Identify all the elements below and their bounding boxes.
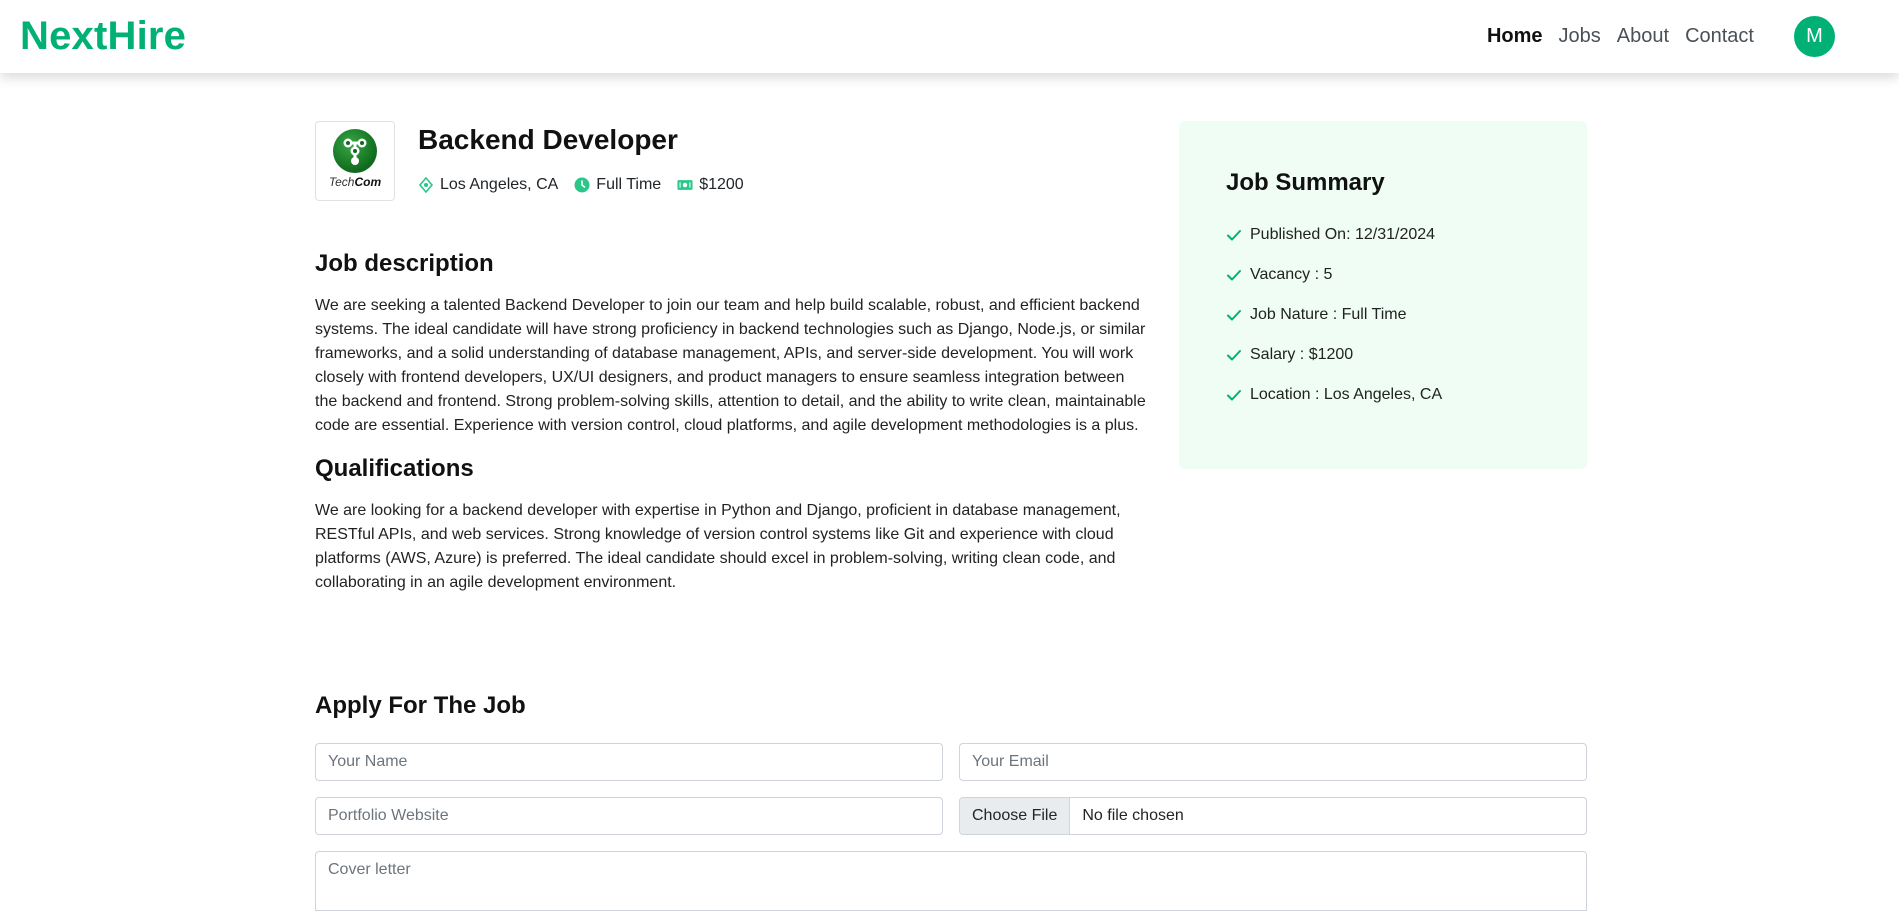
job-summary-title: Job Summary <box>1226 169 1385 196</box>
job-meta: Los Angeles, CA Full Time $1200 <box>418 176 744 194</box>
check-icon <box>1226 347 1242 363</box>
check-icon <box>1226 307 1242 323</box>
email-input[interactable]: Your Email <box>959 743 1587 781</box>
qualifications-heading: Qualifications <box>315 455 474 482</box>
portfolio-input-placeholder: Portfolio Website <box>328 807 449 824</box>
money-icon <box>677 177 693 193</box>
name-input-placeholder: Your Name <box>328 753 408 770</box>
summary-published: Published On: 12/31/2024 <box>1226 215 1540 255</box>
nav-right: Home Jobs About Contact M <box>1487 16 1879 57</box>
job-salary: $1200 <box>677 176 744 194</box>
clock-icon <box>574 177 590 193</box>
cover-letter-placeholder: Cover letter <box>328 861 411 878</box>
company-logo-text: TechCom <box>328 175 382 189</box>
job-summary-card: Job Summary Published On: 12/31/2024 Vac… <box>1179 121 1587 469</box>
location-pin-icon <box>418 177 434 193</box>
apply-heading: Apply For The Job <box>315 692 526 719</box>
job-salary-text: $1200 <box>699 176 744 193</box>
job-description-text: We are seeking a talented Backend Develo… <box>315 297 1146 434</box>
job-type: Full Time <box>574 176 661 194</box>
summary-vacancy-text: Vacancy : 5 <box>1250 266 1333 283</box>
summary-location-text: Location : Los Angeles, CA <box>1250 386 1443 403</box>
job-type-text: Full Time <box>596 176 662 193</box>
brand-logo[interactable]: NextHire <box>20 14 186 59</box>
summary-published-text: Published On: 12/31/2024 <box>1250 226 1436 243</box>
summary-salary: Salary : $1200 <box>1226 335 1540 375</box>
summary-salary-text: Salary : $1200 <box>1250 346 1354 363</box>
portfolio-input[interactable]: Portfolio Website <box>315 797 943 835</box>
check-icon <box>1226 267 1242 283</box>
check-icon <box>1226 387 1242 403</box>
name-input[interactable]: Your Name <box>315 743 943 781</box>
summary-job-nature: Job Nature : Full Time <box>1226 295 1540 335</box>
company-logo: TechCom <box>315 121 395 201</box>
choose-file-button[interactable]: Choose File <box>960 798 1071 834</box>
resume-file-input[interactable]: Choose File No file chosen <box>959 797 1587 835</box>
nav-link-home[interactable]: Home <box>1487 25 1543 48</box>
nav-link-contact[interactable]: Contact <box>1685 25 1754 48</box>
company-logo-icon <box>333 129 377 173</box>
summary-vacancy: Vacancy : 5 <box>1226 255 1540 295</box>
file-status: No file chosen <box>1082 807 1184 824</box>
nav-link-about[interactable]: About <box>1617 25 1669 48</box>
job-location-text: Los Angeles, CA <box>440 176 559 193</box>
qualifications-text: We are looking for a backend developer w… <box>315 502 1121 591</box>
top-navbar: NextHire Home Jobs About Contact M <box>0 0 1899 73</box>
check-icon <box>1226 227 1242 243</box>
summary-job-nature-text: Job Nature : Full Time <box>1250 306 1407 323</box>
job-description-heading: Job description <box>315 250 494 277</box>
job-location: Los Angeles, CA <box>418 176 558 194</box>
user-avatar[interactable]: M <box>1794 16 1835 57</box>
nav-links: Home Jobs About Contact <box>1487 25 1754 48</box>
email-input-placeholder: Your Email <box>972 753 1049 770</box>
summary-location: Location : Los Angeles, CA <box>1226 375 1540 415</box>
job-title: Backend Developer <box>418 124 678 155</box>
cover-letter-textarea[interactable]: Cover letter <box>315 851 1587 911</box>
nav-link-jobs[interactable]: Jobs <box>1559 25 1601 48</box>
